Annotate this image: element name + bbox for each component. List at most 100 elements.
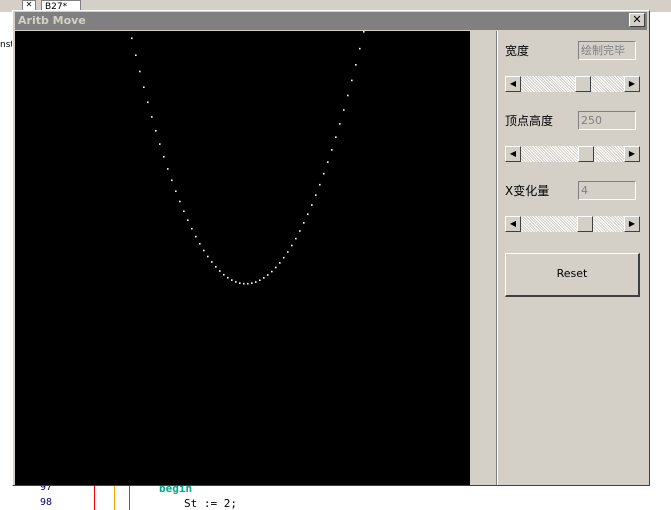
parabola-dot [279,262,281,264]
parabola-dot [335,136,337,138]
aritb-move-window: Aritb Move ✕ 宽度 绘制完毕 ◀ ▶ 顶点高度 250 ◀ ▶ X变… [12,10,650,486]
scroll-thumb[interactable] [578,146,594,162]
parabola-dot [259,279,261,282]
parabola-plot [131,31,365,285]
parabola-dot [343,109,345,111]
parabola-dot [195,235,197,238]
parabola-dot [139,70,141,73]
scroll-track[interactable] [521,216,624,232]
parabola-dot [223,273,225,276]
gutter-marker [129,485,130,510]
parabola-dot [131,37,133,40]
gutter-marker [114,485,115,510]
parabola-dot [275,266,277,269]
reset-button[interactable]: Reset [505,253,640,297]
parabola-dot [187,219,189,221]
parabola-dot [291,244,293,247]
width-scrollbar[interactable]: ◀ ▶ [505,76,640,92]
parabola-dot [239,282,241,284]
parabola-dot [299,230,301,232]
parabola-dot [355,64,357,66]
width-label: 宽度 [505,44,530,58]
parabola-dot [203,249,205,252]
parabola-dot [319,183,321,186]
scroll-track[interactable] [521,146,624,162]
parabola-dot [331,149,333,151]
code-line: St := 2; [184,497,237,510]
arrow-left-icon: ◀ [509,149,517,158]
close-button[interactable]: ✕ [629,13,645,27]
parabola-dot [179,200,181,203]
parabola-dot [163,156,165,158]
parabola-dot [147,101,149,104]
parabola-dot [199,243,201,245]
parabola-dot [247,282,249,285]
title-bar[interactable]: Aritb Move ✕ [15,12,647,30]
parabola-dot [207,255,209,258]
parabola-dot [363,31,365,33]
parabola-dot [323,172,325,175]
window-title: Aritb Move [18,14,86,27]
close-icon: ✕ [632,13,642,26]
x-step-scrollbar[interactable]: ◀ ▶ [505,216,640,232]
scroll-thumb[interactable] [577,216,593,232]
panel-divider-highlight [497,31,498,485]
parabola-dot [191,227,193,230]
x-step-label: X变化量 [505,184,550,198]
parabola-dot [215,266,217,268]
parabola-dot [231,279,233,281]
parabola-dot [303,222,305,224]
parabola-dot [227,276,229,279]
line-number: 98 [40,497,53,508]
parabola-dot [327,161,329,163]
parabola-dot [271,270,273,273]
parabola-dot [175,190,177,192]
drawing-canvas [15,31,470,485]
scroll-left-button[interactable]: ◀ [505,146,521,162]
scroll-right-button[interactable]: ▶ [624,216,640,232]
parabola-dot [143,86,145,88]
ide-code-editor[interactable]: 97 98 begin St := 2; [12,482,652,510]
parabola-dot [155,130,157,132]
arrow-right-icon: ▶ [628,219,636,228]
parabola-dot [311,204,313,206]
arrow-right-icon: ▶ [628,149,636,158]
parabola-dot [295,237,297,240]
parabola-dot [151,116,153,118]
parabola-dot [347,94,349,97]
arrow-left-icon: ◀ [509,219,517,228]
parabola-dot [159,143,161,145]
parabola-dot [267,274,269,276]
scroll-left-button[interactable]: ◀ [505,76,521,92]
scroll-track[interactable] [521,76,624,92]
parabola-dot [351,79,353,82]
width-readout: 绘制完毕 [578,41,636,60]
parabola-dot [283,256,285,259]
parabola-dot [307,213,309,215]
x-step-readout: 4 [578,181,636,200]
gutter-marker [94,485,95,510]
arrow-left-icon: ◀ [509,79,517,88]
scroll-right-button[interactable]: ▶ [624,146,640,162]
scroll-left-button[interactable]: ◀ [505,216,521,232]
scroll-thumb[interactable] [575,76,591,92]
parabola-dot [243,282,245,285]
parabola-dot [255,281,257,283]
parabola-dot [135,54,137,56]
ide-right-pane [650,12,671,510]
scroll-right-button[interactable]: ▶ [624,76,640,92]
parabola-dot [315,194,317,196]
parabola-dot [251,282,253,284]
parabola-dot [339,123,341,125]
parabola-dot [359,47,361,50]
arrow-right-icon: ▶ [628,79,636,88]
parabola-dot [263,277,265,279]
apex-height-label: 顶点高度 [505,114,554,128]
parabola-dot [219,270,221,272]
parabola-dot [171,179,173,182]
parabola-dot [183,210,185,212]
parabola-dot [235,281,237,283]
parabola-dot [287,251,289,253]
apex-height-scrollbar[interactable]: ◀ ▶ [505,146,640,162]
parabola-dot [211,261,213,263]
